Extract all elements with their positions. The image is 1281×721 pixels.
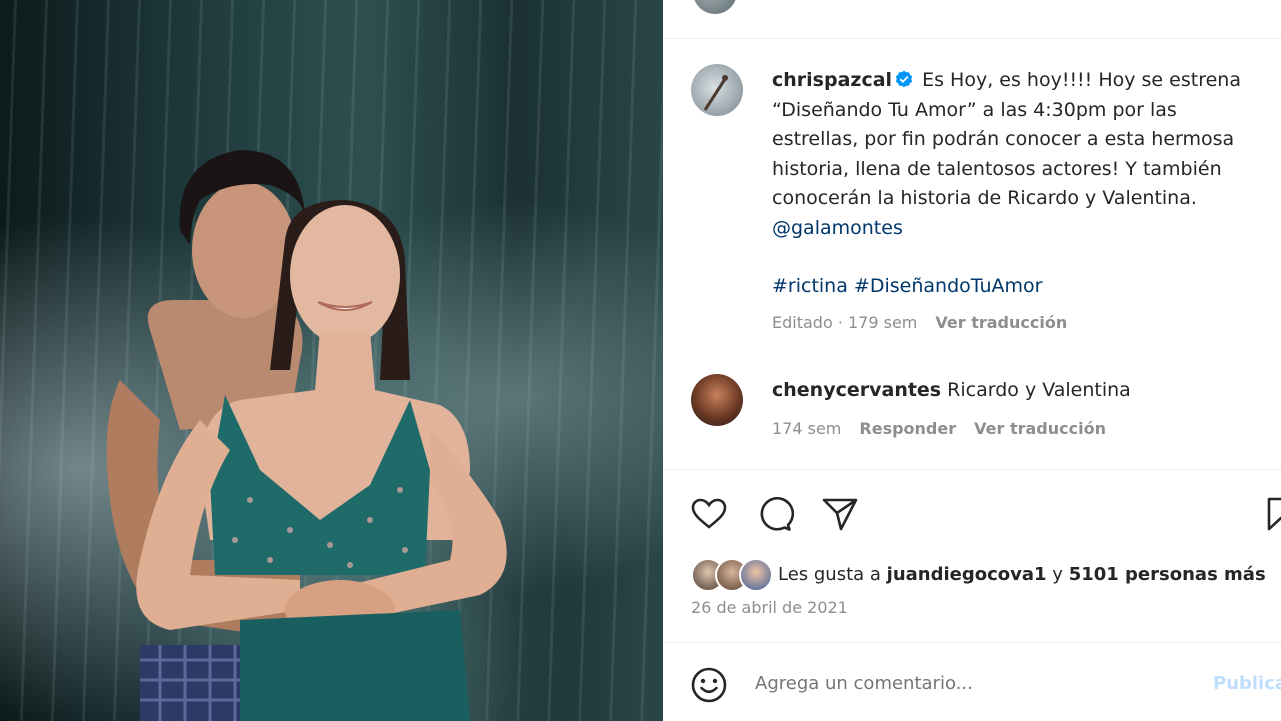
heart-icon[interactable] [689,494,729,534]
author-username[interactable]: chrispazcal [772,69,892,91]
caption-line: “Diseñando Tu Amor” a las 4:30pm por las [772,98,1177,121]
share-icon[interactable] [820,494,860,534]
caption-line: conocerán la historia de Ricardo y Valen… [772,187,1197,209]
publish-button[interactable]: Publicar [1213,673,1281,694]
caption-timestamp[interactable]: Editado · 179 sem [772,313,917,332]
divider [663,469,1281,470]
author-avatar-image [703,75,729,111]
author-avatar[interactable] [691,64,743,116]
commenter-avatar[interactable] [691,374,743,426]
header-avatar[interactable] [693,0,737,14]
post-header-strip [663,0,1281,39]
caption-line: Es Hoy, es hoy!!!! Hoy se estrena [922,69,1241,91]
post-photo[interactable] [0,0,663,721]
emoji-icon[interactable] [689,665,729,705]
comment-meta: 174 sem Responder Ver traducción [772,419,1106,438]
caption-meta: Editado · 179 sem Ver traducción [772,313,1067,332]
comment-composer: Publicar [663,643,1281,721]
likes-connector: y [1046,564,1069,585]
hashtags: #rictina #DiseñandoTuAmor [772,272,1272,302]
liker-username[interactable]: juandiegocova1 [887,564,1047,585]
commenter-username[interactable]: chenycervantes [772,379,941,401]
comment-input[interactable] [755,673,1155,694]
couple-illustration [106,150,507,721]
verified-badge-icon [895,68,913,88]
reply-button[interactable]: Responder [859,419,956,438]
comment-icon[interactable] [755,494,795,534]
post-caption: chrispazcal Es Hoy, es hoy!!!! Hoy se es… [772,66,1272,302]
liker-avatar[interactable] [739,558,773,592]
hashtag-link[interactable]: #rictina [772,275,848,297]
post-details-panel: chrispazcal Es Hoy, es hoy!!!! Hoy se es… [663,0,1281,721]
hashtag-link[interactable]: #DiseñandoTuAmor [854,275,1043,297]
likes-count-link[interactable]: 5101 personas más [1069,564,1266,585]
caption-line: historia, llena de talentosos actores! Y… [772,157,1222,180]
mention-link[interactable]: @galamontes [772,217,903,239]
likes-prefix: Les gusta a [778,564,887,585]
likes-summary: Les gusta a juandiegocova1 y 5101 person… [778,564,1266,585]
see-translation-button[interactable]: Ver traducción [935,313,1067,332]
comment-see-translation-button[interactable]: Ver traducción [974,419,1106,438]
caption-line: estrellas, por fin podrán conocer a esta… [772,128,1235,150]
comment-text: Ricardo y Valentina [947,379,1131,401]
comment: chenycervantes Ricardo y Valentina [772,377,1131,403]
post-date[interactable]: 26 de abril de 2021 [691,598,848,617]
comment-timestamp[interactable]: 174 sem [772,419,841,438]
bookmark-icon[interactable] [1261,494,1281,534]
